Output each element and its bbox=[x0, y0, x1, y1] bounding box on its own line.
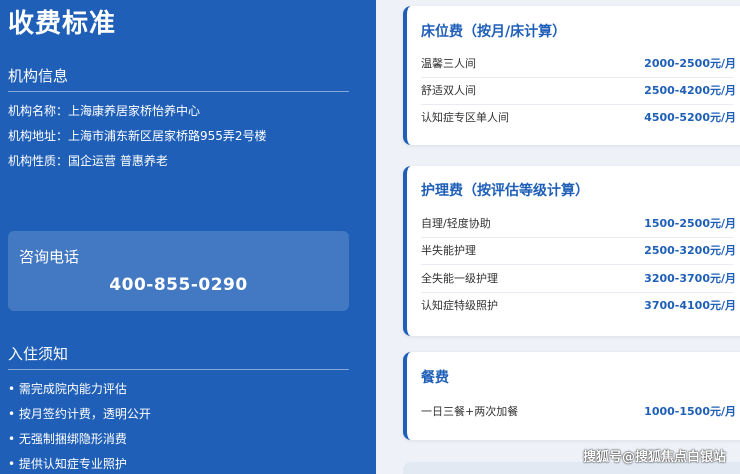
bed-fee-card: 床位费（按月/床计算） 温馨三人间 2000-2500元/月 舒适双人间 250… bbox=[403, 6, 740, 145]
row-label: 半失能护理 bbox=[421, 244, 476, 257]
table-row: 认知症特级照护 3700-4100元/月 bbox=[421, 293, 736, 320]
table-row: 温馨三人间 2000-2500元/月 bbox=[421, 51, 736, 78]
fee-panel: 床位费（按月/床计算） 温馨三人间 2000-2500元/月 舒适双人间 250… bbox=[376, 0, 740, 474]
notice-item: • 需完成院内能力评估 bbox=[8, 382, 127, 396]
consult-phone-label: 咨询电话 bbox=[19, 248, 80, 266]
table-row: 认知症专区单人间 4500-5200元/月 bbox=[421, 105, 736, 132]
left-panel: 收费标准 机构信息 机构名称：上海康养居家桥怡养中心 机构地址：上海市浦东新区居… bbox=[0, 0, 376, 474]
institution-heading: 机构信息 bbox=[8, 65, 349, 92]
notice-item: • 按月签约计费，透明公开 bbox=[8, 407, 151, 421]
table-row: 自理/轻度协助 1500-2500元/月 bbox=[421, 211, 736, 238]
table-row: 全失能一级护理 3200-3700元/月 bbox=[421, 266, 736, 293]
row-label: 认知症专区单人间 bbox=[421, 111, 509, 124]
row-price: 4500-5200元/月 bbox=[644, 111, 736, 124]
nursing-fee-title: 护理费（按评估等级计算） bbox=[421, 183, 589, 199]
institution-type: 机构性质：国企运营 普惠养老 bbox=[8, 154, 168, 168]
row-label: 自理/轻度协助 bbox=[421, 217, 491, 230]
consult-phone-number[interactable]: 400-855-0290 bbox=[8, 274, 349, 296]
row-price: 1000-1500元/月 bbox=[644, 405, 736, 418]
notice-item: • 无强制捆绑隐形消费 bbox=[8, 432, 127, 446]
page-title: 收费标准 bbox=[8, 9, 117, 39]
row-price: 2000-2500元/月 bbox=[644, 57, 736, 70]
consult-phone-box: 咨询电话 400-855-0290 bbox=[8, 231, 349, 311]
institution-address: 机构地址：上海市浦东新区居家桥路955弄2号楼 bbox=[8, 129, 267, 143]
watermark: 搜狐号@搜狐焦点白银站 bbox=[582, 450, 726, 465]
bed-fee-title: 床位费（按月/床计算） bbox=[421, 24, 567, 40]
row-price: 2500-3200元/月 bbox=[644, 244, 736, 257]
meal-fee-title: 餐费 bbox=[421, 370, 449, 386]
nursing-fee-card: 护理费（按评估等级计算） 自理/轻度协助 1500-2500元/月 半失能护理 … bbox=[403, 166, 740, 336]
row-label: 认知症特级照护 bbox=[421, 299, 498, 312]
table-row: 半失能护理 2500-3200元/月 bbox=[421, 238, 736, 265]
row-label: 舒适双人间 bbox=[421, 84, 476, 97]
row-price: 3200-3700元/月 bbox=[644, 272, 736, 285]
row-label: 全失能一级护理 bbox=[421, 272, 498, 285]
meal-fee-card: 餐费 一日三餐+两次加餐 1000-1500元/月 bbox=[403, 352, 740, 440]
notice-item: • 提供认知症专业照护 bbox=[8, 457, 127, 471]
row-price: 1500-2500元/月 bbox=[644, 217, 736, 230]
table-row: 舒适双人间 2500-4200元/月 bbox=[421, 78, 736, 105]
row-label: 温馨三人间 bbox=[421, 57, 476, 70]
institution-name: 机构名称：上海康养居家桥怡养中心 bbox=[8, 104, 201, 118]
table-row: 一日三餐+两次加餐 1000-1500元/月 bbox=[421, 399, 736, 426]
row-price: 3700-4100元/月 bbox=[644, 299, 736, 312]
row-label: 一日三餐+两次加餐 bbox=[421, 405, 519, 418]
notice-heading: 入住须知 bbox=[8, 343, 349, 370]
row-price: 2500-4200元/月 bbox=[644, 84, 736, 97]
